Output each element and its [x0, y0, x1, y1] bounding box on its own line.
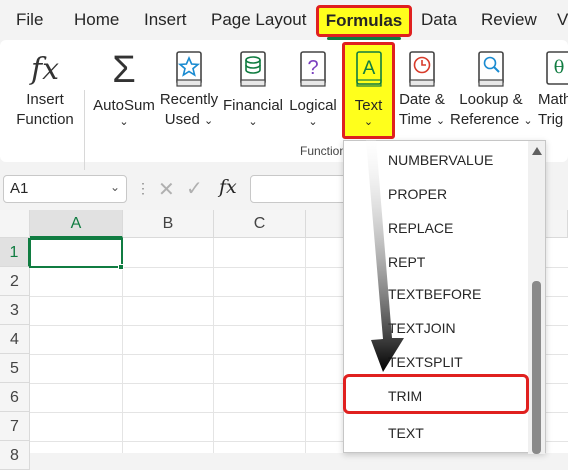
recently-used-label-text: Used	[164, 111, 200, 128]
menu-review[interactable]: Review	[481, 10, 537, 30]
chevron-down-icon: ⌄	[203, 115, 214, 127]
more-options-icon: ⋮	[136, 180, 150, 196]
chevron-down-icon: ⌄	[435, 115, 446, 127]
menu-formulas[interactable]: Formulas	[316, 5, 412, 37]
date-time-label-1: Date &	[399, 91, 445, 108]
grid-line	[213, 238, 214, 453]
row-header-2[interactable]: 2	[0, 267, 30, 296]
dropdown-item-textsplit[interactable]: TEXTSPLIT	[388, 354, 463, 370]
text-button[interactable]: A Text ⌄	[342, 50, 395, 128]
insert-function-label-2: Function	[16, 111, 74, 128]
dropdown-scrollbar[interactable]	[528, 141, 545, 454]
svg-text:θ: θ	[554, 57, 565, 78]
menu-file[interactable]: File	[16, 10, 43, 30]
dropdown-item-proper[interactable]: PROPER	[388, 186, 447, 202]
column-header-b[interactable]: B	[123, 210, 214, 238]
scroll-thumb[interactable]	[532, 281, 541, 454]
database-book-icon	[240, 51, 266, 87]
formula-input[interactable]	[250, 175, 350, 203]
date-time-button[interactable]: Date & Time ⌄	[396, 50, 448, 131]
menu-data[interactable]: Data	[421, 10, 457, 30]
math-trig-label-2: Trig	[538, 111, 564, 128]
svg-text:A: A	[362, 58, 375, 79]
clock-book-icon	[409, 51, 435, 87]
sigma-icon: Σ	[112, 49, 136, 91]
dropdown-item-rept[interactable]: REPT	[388, 254, 425, 270]
row-header-1[interactable]: 1	[0, 238, 30, 267]
date-time-label-text: Time	[398, 111, 432, 128]
chevron-down-icon[interactable]: ⌄	[110, 180, 120, 194]
autosum-button[interactable]: Σ AutoSum ⌄	[90, 50, 158, 128]
math-trig-label-1: Math	[538, 91, 568, 108]
recently-used-button[interactable]: Recently Used ⌄	[158, 50, 220, 131]
row-header-4[interactable]: 4	[0, 325, 30, 354]
dropdown-item-textbefore[interactable]: TEXTBEFORE	[388, 286, 481, 302]
row-header-5[interactable]: 5	[0, 354, 30, 383]
star-book-icon	[176, 51, 202, 87]
insert-function-button[interactable]: fx Insert Function	[10, 50, 80, 130]
row-header-3[interactable]: 3	[0, 296, 30, 325]
trim-item-highlight	[343, 374, 529, 414]
recently-used-label-2: Used ⌄	[158, 110, 220, 131]
chevron-down-icon: ⌄	[308, 116, 318, 128]
text-A-book-icon: A	[355, 51, 382, 87]
row-header-6[interactable]: 6	[0, 383, 30, 412]
grid-line	[305, 238, 306, 453]
insert-function-label-1: Insert	[26, 91, 64, 108]
menu-bar: File Home Insert Page Layout Formulas Da…	[0, 0, 568, 42]
svg-text:?: ?	[307, 57, 318, 79]
cancel-icon[interactable]: ✕	[158, 177, 175, 202]
logical-label: Logical	[289, 97, 337, 114]
chevron-down-icon: ⌄	[523, 115, 533, 127]
menu-insert[interactable]: Insert	[144, 10, 187, 30]
chevron-down-icon: ⌄	[119, 116, 129, 128]
column-header-a[interactable]: A	[30, 210, 123, 238]
date-time-label-2: Time ⌄	[396, 110, 448, 131]
lookup-reference-label-1: Lookup &	[459, 91, 523, 108]
menu-page-layout[interactable]: Page Layout	[211, 10, 306, 30]
menu-view[interactable]: V	[557, 10, 568, 30]
chevron-down-icon: ⌄	[363, 116, 374, 128]
magnifier-book-icon	[478, 51, 504, 87]
row-header-7[interactable]: 7	[0, 412, 30, 441]
active-cell-a1[interactable]	[29, 238, 123, 268]
menu-home[interactable]: Home	[74, 10, 119, 30]
lookup-reference-label-text: Reference	[450, 111, 520, 128]
grid-line	[122, 238, 123, 453]
theta-book-icon: θ	[546, 51, 568, 85]
dropdown-item-text[interactable]: TEXT	[388, 425, 424, 441]
math-trig-button[interactable]: θ Math Trig	[538, 50, 568, 130]
select-all-corner[interactable]	[0, 210, 30, 238]
dropdown-item-textjoin[interactable]: TEXTJOIN	[388, 320, 456, 336]
dropdown-item-replace[interactable]: REPLACE	[388, 220, 453, 236]
scroll-up-arrow-icon[interactable]	[532, 147, 542, 155]
fx-icon-glyph: fx	[30, 52, 60, 87]
chevron-down-icon: ⌄	[248, 116, 258, 128]
name-box[interactable]: A1 ⌄	[3, 175, 127, 203]
function-library-group-label: Function	[300, 144, 347, 158]
text-button-label: Text	[354, 97, 383, 114]
financial-label: Financial	[222, 97, 284, 114]
lookup-reference-label-2: Reference ⌄	[450, 110, 533, 131]
recently-used-label-1: Recently	[159, 91, 219, 108]
check-icon[interactable]: ✓	[186, 176, 203, 201]
autosum-label: AutoSum	[93, 97, 155, 114]
ribbon-separator	[84, 90, 85, 180]
row-header-8[interactable]: 8	[0, 441, 30, 470]
fx-icon: fx	[25, 50, 65, 90]
financial-button[interactable]: Financial ⌄	[222, 50, 284, 128]
question-book-icon: ?	[300, 51, 326, 87]
dropdown-item-numbervalue[interactable]: NUMBERVALUE	[388, 152, 493, 168]
lookup-reference-button[interactable]: Lookup & Reference ⌄	[450, 50, 533, 131]
fill-handle[interactable]	[118, 264, 124, 270]
insert-function-fx-icon[interactable]: fx	[219, 176, 237, 198]
name-box-value: A1	[10, 180, 29, 197]
logical-button[interactable]: ? Logical ⌄	[284, 50, 342, 128]
column-header-c[interactable]: C	[214, 210, 306, 238]
